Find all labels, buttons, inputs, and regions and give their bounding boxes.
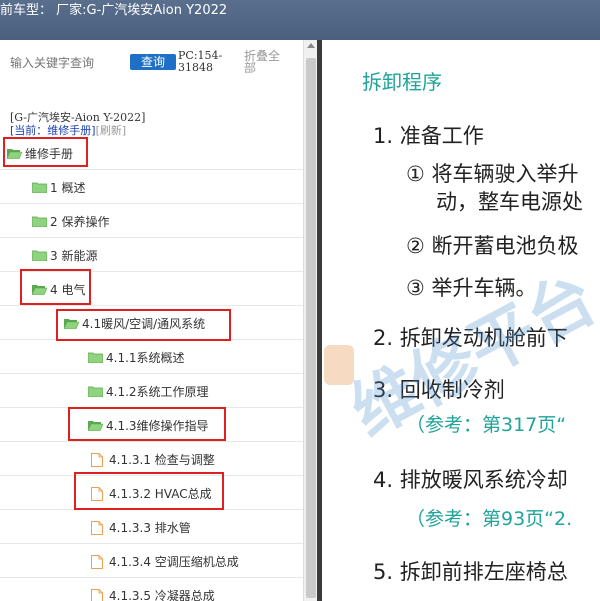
tree-item-working-principle[interactable]: 4.1.2系统工作原理 <box>88 383 209 400</box>
highlight-box <box>68 407 226 441</box>
tree-item-label: 4.1.3.3 排水管 <box>109 521 191 535</box>
reference-line: （参考：第317页“ <box>406 414 567 436</box>
car-model-info: [G-广汽埃安-Aion Y-2022] <box>10 111 146 124</box>
scroll-thumb[interactable] <box>306 58 316 598</box>
tree-row: 1 概述 <box>0 171 303 204</box>
scroll-up-arrow-icon[interactable] <box>307 43 315 48</box>
folder-icon <box>32 182 47 193</box>
tree-item-compressor[interactable]: 4.1.3.4 空调压缩机总成 <box>91 553 239 570</box>
tree-item-label: 4.1.2系统工作原理 <box>106 385 209 399</box>
document-icon <box>91 554 103 569</box>
tree-item-new-energy[interactable]: 3 新能源 <box>32 247 97 264</box>
document-page: 拆卸程序 1. 准备工作 ① 将车辆驶入举升 动，整车电源处 ② 断开蓄电池负极… <box>322 40 600 601</box>
folder-icon <box>88 386 103 397</box>
tree-row: 4.1.3.4 空调压缩机总成 <box>0 545 303 578</box>
step-line: 3. 回收制冷剂 <box>373 378 505 402</box>
tree-row: 4.1.3.5 冷凝器总成 <box>0 579 303 601</box>
tree-scrollbar[interactable] <box>303 40 318 601</box>
tree-item-drain-pipe[interactable]: 4.1.3.3 排水管 <box>91 519 191 536</box>
reference-line: （参考：第93页“2. <box>406 508 573 530</box>
document-icon <box>91 520 103 535</box>
highlight-box <box>56 309 231 341</box>
window-title-bar: 前车型： 厂家:G-广汽埃安Aion Y2022 <box>0 0 600 40</box>
tree-item-maintenance[interactable]: 2 保养操作 <box>32 213 109 230</box>
step-line: 2. 拆卸发动机舱前下 <box>373 326 568 350</box>
current-label: [当前：维修手册] <box>10 124 96 137</box>
tree-item-label: 4.1.3.1 检查与调整 <box>109 453 215 467</box>
tree-item-label: 2 保养操作 <box>50 215 110 229</box>
tree-item-overview[interactable]: 1 概述 <box>32 179 85 196</box>
tree-row: 4.1.3.3 排水管 <box>0 511 303 544</box>
query-button[interactable]: 查询 <box>130 54 176 70</box>
tree-row: 3 新能源 <box>0 239 303 272</box>
refresh-link[interactable]: [刷新] <box>96 124 127 137</box>
tree-item-label: 4.1.3.4 空调压缩机总成 <box>109 555 239 569</box>
tree-item-system-overview[interactable]: 4.1.1系统概述 <box>88 349 185 366</box>
tree-item-inspect-adjust[interactable]: 4.1.3.1 检查与调整 <box>91 451 215 468</box>
step-line: ③ 举升车辆。 <box>406 276 537 300</box>
tree-row: 4.1.1系统概述 <box>0 341 303 374</box>
step-line: ① 将车辆驶入举升 <box>406 162 579 186</box>
page-title: 拆卸程序 <box>362 70 442 94</box>
tree-item-condenser[interactable]: 4.1.3.5 冷凝器总成 <box>91 587 215 601</box>
search-row: 查询 PC:154-31848 折叠全部 <box>10 50 300 80</box>
document-icon <box>91 452 103 467</box>
document-viewer: 拆卸程序 1. 准备工作 ① 将车辆驶入举升 动，整车电源处 ② 断开蓄电池负极… <box>317 40 600 601</box>
pc-info: PC:154-31848 <box>178 49 223 74</box>
tree-row: 2 保养操作 <box>0 205 303 238</box>
folder-icon <box>88 352 103 363</box>
document-icon <box>91 588 103 601</box>
tree-item-label: 1 概述 <box>50 181 86 195</box>
watermark-logo-icon <box>324 345 354 385</box>
tree-row: 4.1.2系统工作原理 <box>0 375 303 408</box>
step-line: 5. 拆卸前排左座椅总 <box>373 560 568 584</box>
step-line: ② 断开蓄电池负极 <box>406 234 579 258</box>
step-line: 1. 准备工作 <box>373 124 484 148</box>
step-line: 动，整车电源处 <box>436 190 583 214</box>
highlight-box <box>20 269 91 305</box>
highlight-box <box>3 137 88 167</box>
current-location: [当前：维修手册][刷新] <box>10 124 126 137</box>
tree-item-label: 4.1.3.5 冷凝器总成 <box>109 589 215 601</box>
left-navigation-panel: 查询 PC:154-31848 折叠全部 [G-广汽埃安-Aion Y-2022… <box>0 40 303 601</box>
window-title: 前车型： 厂家:G-广汽埃安Aion Y2022 <box>0 3 228 18</box>
folder-icon <box>32 250 47 261</box>
tree-item-label: 3 新能源 <box>50 249 98 263</box>
collapse-all-link[interactable]: 折叠全部 <box>244 50 288 74</box>
search-input[interactable] <box>10 53 125 73</box>
step-line: 4. 排放暖风系统冷却 <box>373 468 568 492</box>
folder-icon <box>32 216 47 227</box>
highlight-box <box>74 472 224 510</box>
tree-item-label: 4.1.1系统概述 <box>106 351 185 365</box>
